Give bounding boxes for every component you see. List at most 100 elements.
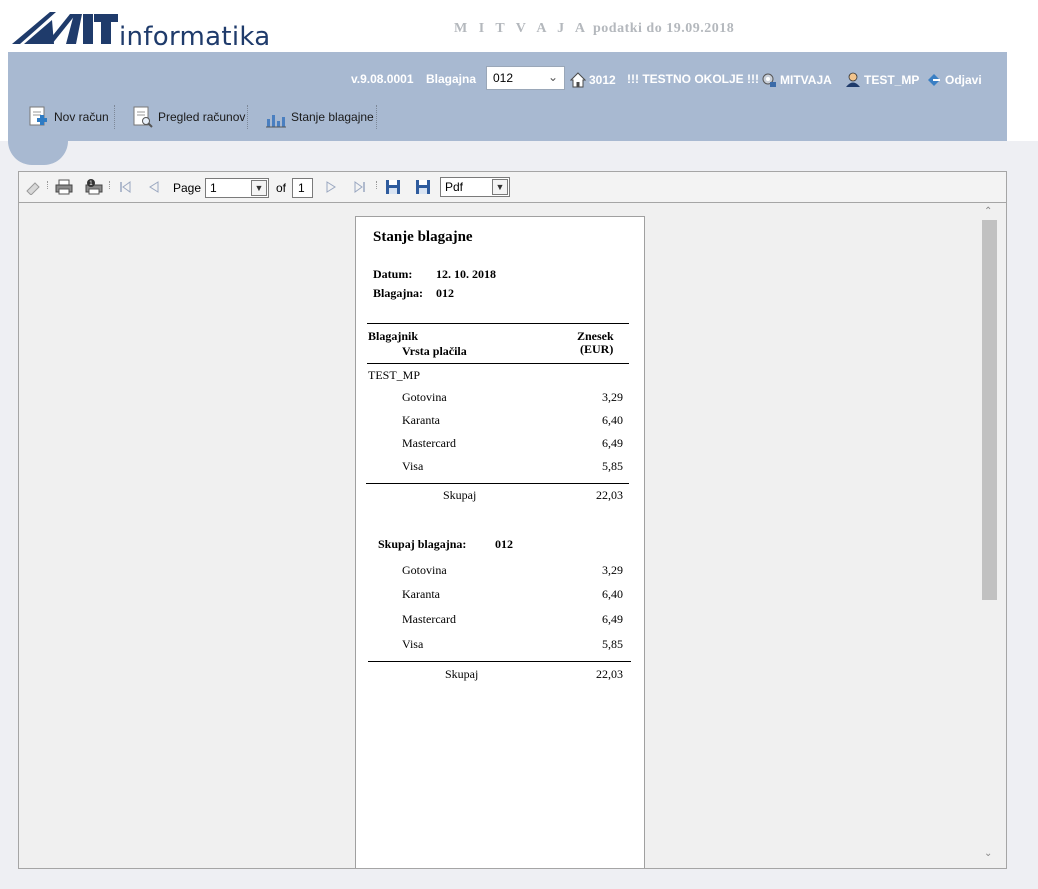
payment-amount: 5,85 — [602, 459, 623, 473]
user-link[interactable]: TEST_MP — [845, 72, 919, 88]
document-search-icon — [133, 106, 153, 128]
company-link[interactable]: MITVAJA — [761, 72, 832, 88]
page-number-value: 1 — [210, 181, 217, 195]
menu-new-invoice[interactable]: Nov račun — [28, 104, 109, 130]
logo-text: informatika — [119, 22, 271, 52]
app-title-suffix: podatki do 19.09.2018 — [589, 21, 735, 36]
export-format-select[interactable]: Pdf ▼ — [440, 177, 510, 197]
blagajna-label: Blagajna — [426, 72, 477, 86]
summary-payment-type: Mastercard — [402, 612, 456, 626]
report-page: Stanje blagajne Datum: 12. 10. 2018 Blag… — [355, 216, 645, 868]
company-name: MITVAJA — [780, 73, 832, 87]
store-code: 3012 — [589, 73, 616, 87]
app-title-name: M I T V A J A — [454, 21, 590, 36]
page-label: Page — [173, 181, 202, 195]
scrollbar-thumb[interactable] — [982, 220, 997, 600]
total-rule — [368, 661, 631, 662]
next-page-icon[interactable] — [324, 179, 338, 195]
store-link[interactable]: 3012 — [570, 72, 616, 88]
logout-label: Odjavi — [945, 73, 982, 87]
app-title: M I T V A J A podatki do 19.09.2018 — [454, 21, 734, 37]
summary-payment-type: Visa — [402, 637, 424, 651]
export-icon[interactable] — [415, 179, 431, 195]
summary-payment-amount: 6,40 — [602, 587, 623, 601]
datum-value: 12. 10. 2018 — [436, 267, 496, 281]
payment-type: Mastercard — [402, 436, 456, 450]
blagajna-value: 012 — [436, 286, 454, 300]
previous-page-icon[interactable] — [147, 179, 161, 195]
header-rule — [367, 363, 629, 364]
chevron-down-icon: ▼ — [492, 179, 508, 195]
summary-total-label: Skupaj — [445, 667, 479, 681]
blagajna-select[interactable]: 012 ⌄ — [486, 66, 565, 90]
payment-amount: 3,29 — [602, 390, 623, 404]
payment-amount: 6,49 — [602, 436, 623, 450]
report-viewer: 1 Page 1 ▼ of 1 Pdf ▼ Stanje blagajne Da… — [18, 171, 1007, 869]
print-icon[interactable] — [55, 179, 73, 195]
chevron-down-icon: ⌄ — [547, 70, 558, 84]
gear-user-icon — [762, 73, 776, 87]
version-label: v.9.08.0001 — [351, 72, 414, 86]
report-area: Stanje blagajne Datum: 12. 10. 2018 Blag… — [19, 204, 1006, 868]
summary-value: 012 — [495, 537, 513, 551]
menu-new-invoice-label: Nov račun — [54, 110, 109, 124]
summary-payment-type: Karanta — [402, 587, 440, 601]
summary-total-value: 22,03 — [596, 667, 623, 681]
payment-type: Gotovina — [402, 390, 447, 404]
page-number-select[interactable]: 1 ▼ — [205, 178, 269, 198]
summary-payment-amount: 3,29 — [602, 563, 623, 577]
payment-type: Karanta — [402, 413, 440, 427]
house-icon — [570, 72, 586, 88]
environment-label: !!! TESTNO OKOLJE !!! — [627, 72, 759, 86]
page-total: 1 — [292, 178, 313, 198]
vertical-scrollbar[interactable]: ⌃ ⌄ — [981, 206, 998, 864]
column-header-cashier: Blagajnik — [368, 329, 419, 343]
cashier-name: TEST_MP — [368, 368, 421, 382]
user-icon — [846, 72, 860, 87]
menu-review-invoices[interactable]: Pregled računov — [132, 104, 245, 130]
menu-review-invoices-label: Pregled računov — [158, 110, 246, 124]
menu-cash-balance-label: Stanje blagajne — [291, 110, 374, 124]
export-format-value: Pdf — [445, 180, 464, 194]
blagajna-select-value: 012 — [493, 71, 514, 85]
user-name: TEST_MP — [864, 73, 920, 87]
header-rule — [367, 323, 629, 324]
report-toolbar: 1 Page 1 ▼ of 1 Pdf ▼ — [19, 172, 1006, 203]
datum-label: Datum: — [373, 267, 413, 281]
toolbar-separator — [376, 181, 377, 189]
print-setup-icon[interactable]: 1 — [85, 179, 103, 195]
last-page-icon[interactable] — [353, 179, 367, 195]
menu-separator — [114, 105, 115, 129]
chevron-down-icon: ▼ — [251, 180, 267, 196]
total-rule — [366, 483, 629, 484]
column-header-currency: (EUR) — [580, 342, 614, 356]
first-page-icon[interactable] — [118, 179, 132, 195]
summary-payment-type: Gotovina — [402, 563, 447, 577]
new-document-icon — [29, 106, 47, 126]
summary-payment-amount: 6,49 — [602, 612, 623, 626]
status-row: v.9.08.0001 Blagajna 012 ⌄ 3012 !!! TEST… — [0, 66, 999, 90]
cashier-total-label: Skupaj — [443, 488, 477, 502]
summary-payment-amount: 5,85 — [602, 637, 623, 651]
logout-link[interactable]: Odjavi — [926, 72, 982, 88]
save-icon[interactable] — [385, 179, 401, 195]
report-title: Stanje blagajne — [373, 229, 473, 245]
of-label: of — [276, 181, 287, 195]
logout-icon — [928, 74, 940, 86]
find-icon[interactable] — [25, 179, 43, 195]
menu-separator — [376, 105, 377, 129]
column-header-payment: Vrsta plačila — [402, 344, 467, 358]
scroll-down-icon[interactable]: ⌄ — [984, 848, 992, 859]
menu-separator — [247, 105, 248, 129]
toolbar-separator — [109, 181, 110, 189]
menu-cash-balance[interactable]: Stanje blagajne — [265, 104, 374, 130]
cashier-total-value: 22,03 — [596, 488, 623, 502]
scroll-up-icon[interactable]: ⌃ — [984, 206, 992, 217]
mit-logo-mark — [12, 12, 118, 44]
summary-label: Skupaj blagajna: — [378, 537, 467, 551]
bar-chart-icon — [266, 115, 286, 128]
app-logo: informatika — [10, 8, 270, 52]
blagajna-label: Blagajna: — [373, 286, 424, 300]
payment-type: Visa — [402, 459, 424, 473]
payment-amount: 6,40 — [602, 413, 623, 427]
